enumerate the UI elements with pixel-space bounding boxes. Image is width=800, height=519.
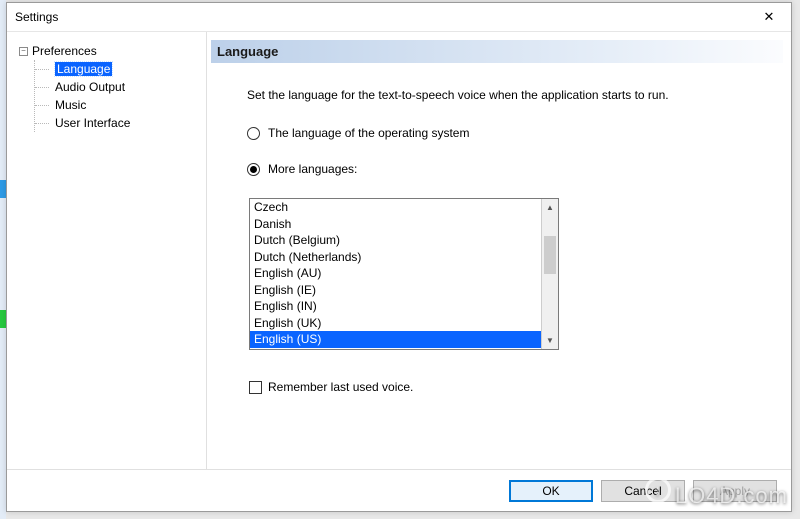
sidebar-item-audio-output[interactable]: Audio Output bbox=[35, 78, 206, 96]
list-item[interactable]: English (UK) bbox=[250, 315, 541, 332]
list-item[interactable]: Dutch (Belgium) bbox=[250, 232, 541, 249]
list-item[interactable]: Czech bbox=[250, 199, 541, 216]
tree-children: Language Audio Output Music User Interfa… bbox=[34, 60, 206, 132]
titlebar: Settings ✕ bbox=[7, 3, 791, 31]
sidebar: − Preferences Language Audio Output Musi… bbox=[7, 32, 207, 469]
tree-collapse-icon[interactable]: − bbox=[19, 47, 28, 56]
scroll-up-icon[interactable]: ▲ bbox=[542, 199, 558, 216]
button-label: Cancel bbox=[624, 484, 661, 498]
scrollbar[interactable]: ▲ ▼ bbox=[541, 199, 558, 349]
tree-root-preferences[interactable]: − Preferences bbox=[19, 42, 206, 60]
list-item[interactable]: Dutch (Netherlands) bbox=[250, 249, 541, 266]
sidebar-item-language[interactable]: Language bbox=[35, 60, 206, 78]
button-bar: OK Cancel Apply bbox=[7, 469, 791, 511]
radio-label: More languages: bbox=[268, 162, 357, 176]
list-item[interactable]: English (IE) bbox=[250, 282, 541, 299]
cancel-button[interactable]: Cancel bbox=[601, 480, 685, 502]
scroll-down-icon[interactable]: ▼ bbox=[542, 332, 558, 349]
language-listbox[interactable]: Czech Danish Dutch (Belgium) Dutch (Neth… bbox=[249, 198, 559, 350]
button-label: OK bbox=[542, 484, 559, 498]
radio-label: The language of the operating system bbox=[268, 126, 469, 140]
settings-window: Settings ✕ − Preferences Language Audio … bbox=[6, 2, 792, 512]
section-header: Language bbox=[211, 40, 783, 64]
close-button[interactable]: ✕ bbox=[747, 3, 791, 31]
scroll-track[interactable] bbox=[542, 216, 558, 332]
main-panel: Language Set the language for the text-t… bbox=[207, 32, 791, 469]
list-item[interactable]: English (AU) bbox=[250, 265, 541, 282]
remember-voice-checkbox[interactable]: Remember last used voice. bbox=[249, 380, 761, 394]
list-item[interactable]: English (IN) bbox=[250, 298, 541, 315]
ok-button[interactable]: OK bbox=[509, 480, 593, 502]
radio-more-languages[interactable]: More languages: bbox=[247, 162, 761, 176]
tree-root-label: Preferences bbox=[32, 44, 97, 58]
sidebar-item-music[interactable]: Music bbox=[35, 96, 206, 114]
radio-os-language[interactable]: The language of the operating system bbox=[247, 126, 761, 140]
window-title: Settings bbox=[15, 3, 58, 31]
sidebar-item-user-interface[interactable]: User Interface bbox=[35, 114, 206, 132]
window-body: − Preferences Language Audio Output Musi… bbox=[7, 31, 791, 469]
close-icon: ✕ bbox=[764, 9, 775, 25]
description-text: Set the language for the text-to-speech … bbox=[247, 88, 761, 102]
radio-icon bbox=[247, 127, 260, 140]
sidebar-item-label: Audio Output bbox=[55, 80, 125, 94]
main-content: Set the language for the text-to-speech … bbox=[207, 64, 791, 394]
radio-icon bbox=[247, 163, 260, 176]
scroll-thumb[interactable] bbox=[544, 236, 556, 274]
apply-button[interactable]: Apply bbox=[693, 480, 777, 502]
list-item[interactable]: Danish bbox=[250, 216, 541, 233]
sidebar-item-label: Music bbox=[55, 98, 86, 112]
sidebar-item-label: User Interface bbox=[55, 116, 130, 130]
checkbox-label: Remember last used voice. bbox=[268, 380, 413, 394]
list-item[interactable]: English (US) bbox=[250, 331, 541, 348]
checkbox-icon bbox=[249, 381, 262, 394]
sidebar-item-label: Language bbox=[55, 62, 112, 76]
language-list-items: Czech Danish Dutch (Belgium) Dutch (Neth… bbox=[250, 199, 541, 349]
button-label: Apply bbox=[720, 484, 750, 498]
